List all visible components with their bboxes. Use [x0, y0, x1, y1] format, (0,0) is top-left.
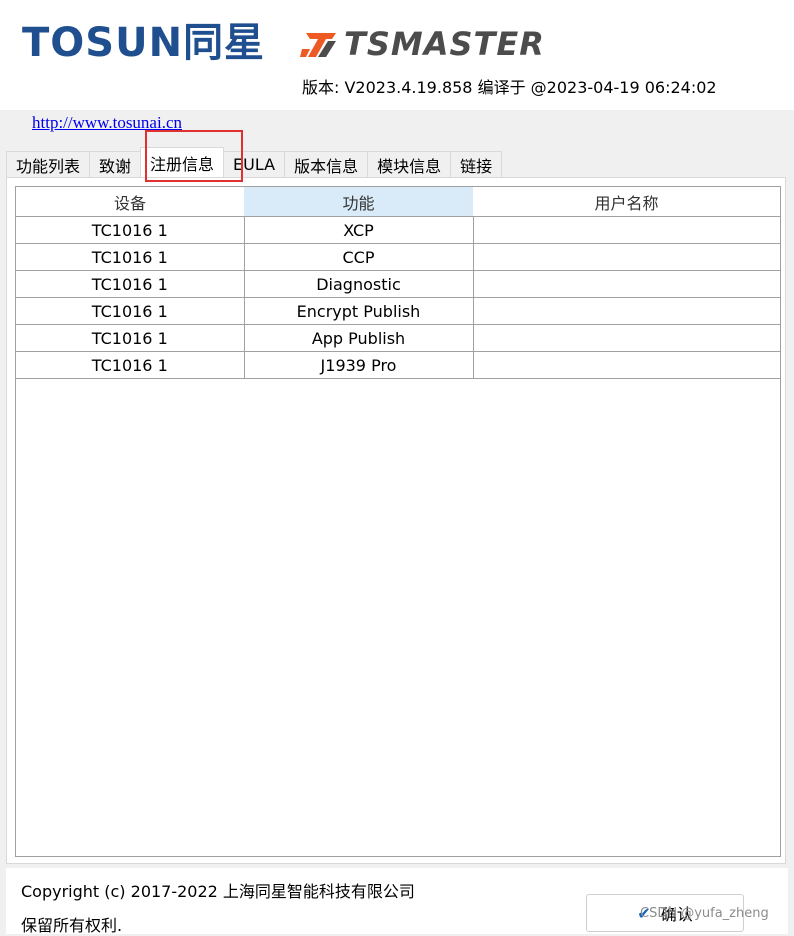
- cell-user-name: [473, 324, 780, 352]
- copyright-text: Copyright (c) 2017-2022 上海同星智能科技有限公司: [21, 882, 415, 901]
- footer: Copyright (c) 2017-2022 上海同星智能科技有限公司 保留所…: [6, 868, 788, 935]
- registration-panel: 设备 功能 用户名称 TC1016 1 XCP TC1016 1 CCP TC1: [6, 177, 786, 864]
- cell-function: CCP: [244, 243, 474, 271]
- tab-eula[interactable]: EULA: [223, 151, 286, 177]
- cell-device: TC1016 1: [16, 351, 245, 379]
- rights-text: 保留所有权利.: [21, 916, 123, 935]
- table-row[interactable]: TC1016 1 XCP: [16, 216, 780, 244]
- tosun-logo-text: TOSUN: [22, 20, 184, 66]
- registration-table: 设备 功能 用户名称 TC1016 1 XCP TC1016 1 CCP TC1: [16, 187, 780, 379]
- tosun-logo-cn: 同星: [183, 20, 266, 66]
- tab-acknowledgements[interactable]: 致谢: [89, 151, 142, 177]
- registration-grid[interactable]: 设备 功能 用户名称 TC1016 1 XCP TC1016 1 CCP TC1: [15, 186, 781, 857]
- cell-function: J1939 Pro: [244, 351, 474, 379]
- cell-device: TC1016 1: [16, 243, 245, 271]
- tab-module-info[interactable]: 模块信息: [367, 151, 452, 177]
- tsmaster-logo-text: TSMASTER: [344, 25, 545, 63]
- table-row[interactable]: TC1016 1 Diagnostic: [16, 270, 780, 298]
- table-row[interactable]: TC1016 1 J1939 Pro: [16, 351, 780, 379]
- tab-links[interactable]: 链接: [450, 151, 503, 177]
- tsmaster-logo: TSMASTER: [300, 22, 545, 66]
- cell-user-name: [473, 243, 780, 271]
- cell-function: Diagnostic: [244, 270, 474, 298]
- cell-user-name: [473, 351, 780, 379]
- cell-function: Encrypt Publish: [244, 297, 474, 325]
- table-row[interactable]: TC1016 1 App Publish: [16, 324, 780, 352]
- tsmaster-mark-icon: [300, 33, 336, 57]
- version-info: 版本: V2023.4.19.858 编译于 @2023-04-19 06:24…: [302, 78, 717, 97]
- header: TOSUN同星 TSMASTER 版本: V2023.4.19.858 编译于 …: [0, 0, 794, 110]
- tab-registration-info[interactable]: 注册信息: [140, 147, 225, 177]
- cell-device: TC1016 1: [16, 297, 245, 325]
- cell-device: TC1016 1: [16, 324, 245, 352]
- cell-device: TC1016 1: [16, 270, 245, 298]
- cell-user-name: [473, 216, 780, 244]
- cell-function: XCP: [244, 216, 474, 244]
- column-header-user-name[interactable]: 用户名称: [473, 187, 780, 217]
- column-header-function[interactable]: 功能: [244, 187, 473, 217]
- tab-bar: 功能列表 致谢 注册信息 EULA 版本信息 模块信息 链接: [6, 147, 503, 177]
- website-link[interactable]: http://www.tosunai.cn: [32, 113, 182, 133]
- tab-version-info[interactable]: 版本信息: [284, 151, 369, 177]
- tosun-logo: TOSUN同星: [22, 18, 265, 68]
- tab-feature-list[interactable]: 功能列表: [6, 151, 91, 177]
- table-row[interactable]: TC1016 1 CCP: [16, 243, 780, 271]
- cell-device: TC1016 1: [16, 216, 245, 244]
- watermark: CSDN @yufa_zheng: [640, 906, 769, 921]
- cell-function: App Publish: [244, 324, 474, 352]
- table-row[interactable]: TC1016 1 Encrypt Publish: [16, 297, 780, 325]
- column-header-device[interactable]: 设备: [16, 187, 244, 217]
- cell-user-name: [473, 297, 780, 325]
- cell-user-name: [473, 270, 780, 298]
- table-header-row: 设备 功能 用户名称: [16, 187, 780, 217]
